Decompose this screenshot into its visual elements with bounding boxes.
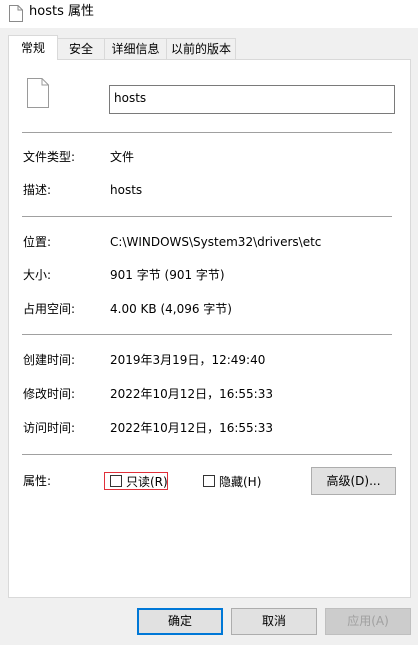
attributes-label: 属性: xyxy=(23,474,52,488)
readonly-checkbox-label[interactable]: 只读(R) xyxy=(126,475,168,489)
tab-security[interactable]: 安全 xyxy=(57,38,105,59)
location-label: 位置: xyxy=(23,235,52,249)
cancel-button[interactable]: 取消 xyxy=(231,608,317,635)
advanced-button[interactable]: 高级(D)... xyxy=(311,467,396,495)
file-type-label: 文件类型: xyxy=(23,150,76,164)
size-on-disk-value: 4.00 KB (4,096 字节) xyxy=(110,302,232,316)
accessed-label: 访问时间: xyxy=(23,421,76,435)
blank-file-icon xyxy=(27,78,49,111)
size-label: 大小: xyxy=(23,268,52,282)
modified-label: 修改时间: xyxy=(23,387,76,401)
file-type-value: 文件 xyxy=(110,150,135,164)
size-on-disk-label: 占用空间: xyxy=(23,302,76,316)
hidden-checkbox-label[interactable]: 隐藏(H) xyxy=(219,475,261,489)
hidden-checkbox[interactable] xyxy=(203,475,215,487)
size-value: 901 字节 (901 字节) xyxy=(110,268,225,282)
modified-value: 2022年10月12日，16:55:33 xyxy=(110,387,273,401)
window-title: hosts 属性 xyxy=(29,4,94,19)
description-value: hosts xyxy=(110,183,143,197)
location-value: C:\WINDOWS\System32\drivers\etc xyxy=(110,235,322,249)
created-label: 创建时间: xyxy=(23,353,76,367)
tab-details[interactable]: 详细信息 xyxy=(104,38,167,59)
separator xyxy=(22,216,392,217)
separator xyxy=(22,132,392,133)
file-icon xyxy=(9,5,23,25)
tab-general[interactable]: 常规 xyxy=(8,35,58,60)
created-value: 2019年3月19日，12:49:40 xyxy=(110,353,266,367)
tab-previous-versions[interactable]: 以前的版本 xyxy=(166,38,236,59)
description-label: 描述: xyxy=(23,183,52,197)
general-tab-panel xyxy=(8,59,411,598)
separator xyxy=(22,454,392,455)
separator xyxy=(22,334,392,335)
ok-button[interactable]: 确定 xyxy=(137,608,223,635)
apply-button[interactable]: 应用(A) xyxy=(325,608,411,635)
readonly-checkbox[interactable] xyxy=(110,475,122,487)
accessed-value: 2022年10月12日，16:55:33 xyxy=(110,421,273,435)
file-name-input[interactable]: hosts xyxy=(109,85,395,114)
title-bar[interactable]: hosts 属性 xyxy=(0,0,418,28)
